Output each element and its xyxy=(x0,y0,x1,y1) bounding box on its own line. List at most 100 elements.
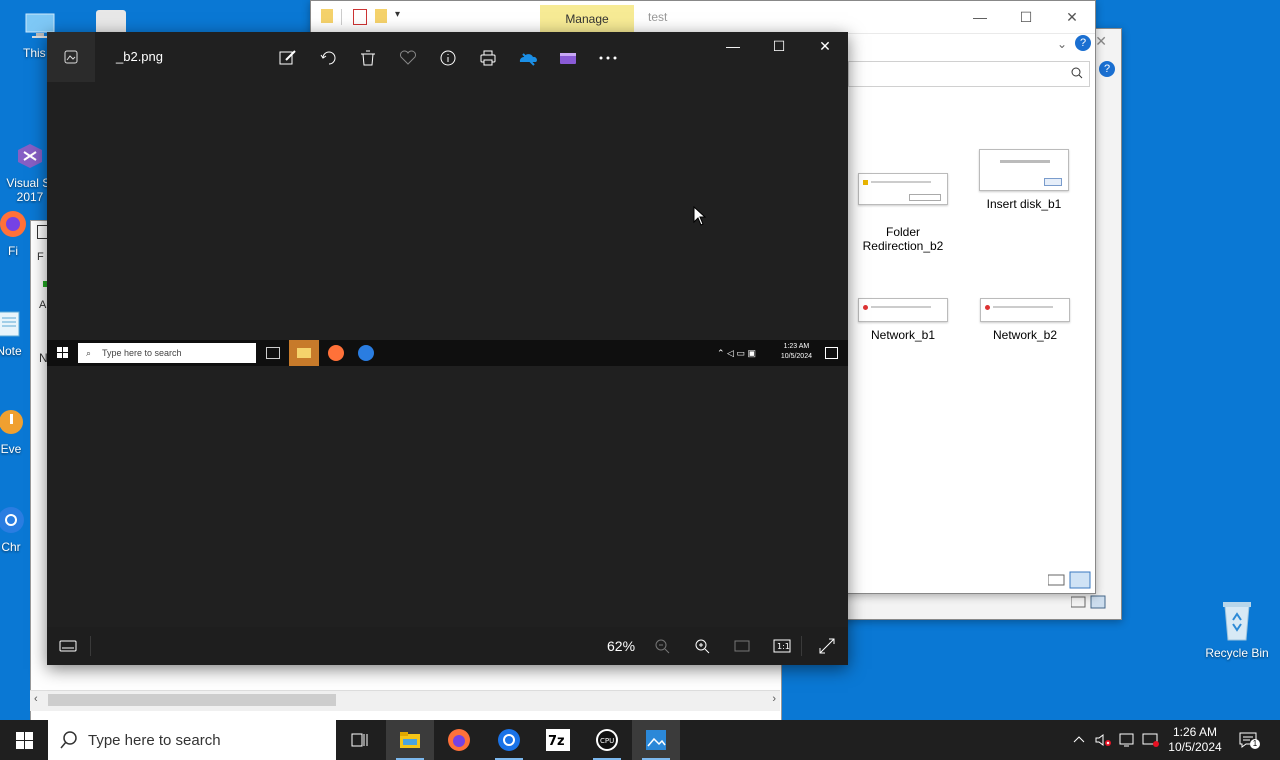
zoom-out-icon[interactable] xyxy=(651,635,673,657)
info-icon[interactable] xyxy=(436,46,460,70)
network-icon[interactable] xyxy=(1117,730,1137,750)
fit-to-window-icon[interactable] xyxy=(731,635,753,657)
taskbar-firefox[interactable] xyxy=(435,720,483,760)
7zip-icon: 7z xyxy=(546,729,570,751)
file-item[interactable]: Insert disk_b1 xyxy=(969,149,1079,211)
photos-filename: _b2.png xyxy=(116,49,163,64)
minimize-button[interactable]: — xyxy=(710,38,756,60)
firefox-icon xyxy=(0,208,29,240)
properties-icon[interactable] xyxy=(353,9,367,25)
photos-icon xyxy=(646,730,666,750)
show-hidden-icons-icon[interactable] xyxy=(1069,730,1089,750)
mouse-cursor-icon xyxy=(693,206,707,226)
file-explorer-icon xyxy=(289,340,319,366)
notepad-icon xyxy=(0,308,25,340)
taskbar-clock[interactable]: 1:26 AM 10/5/2024 xyxy=(1158,725,1232,755)
notification-badge: 1 xyxy=(1250,739,1260,749)
desktop-icon-label: Fi xyxy=(8,244,18,258)
ribbon-expand-icon[interactable]: ⌄ xyxy=(1057,37,1067,51)
volume-muted-icon[interactable] xyxy=(1093,730,1113,750)
edit-icon[interactable] xyxy=(276,46,300,70)
help-icon[interactable]: ? xyxy=(1075,35,1091,51)
file-item[interactable]: Network_b2 xyxy=(970,298,1080,342)
file-thumbnail xyxy=(858,173,948,205)
start-button[interactable] xyxy=(0,720,48,760)
help-icon[interactable]: ? xyxy=(1099,61,1115,77)
firefox-icon xyxy=(448,729,470,751)
explorer-title: test xyxy=(648,10,668,24)
taskbar-photos[interactable] xyxy=(632,720,680,760)
taskbar-7zip[interactable]: 7z xyxy=(534,720,582,760)
notification-icon xyxy=(825,347,838,359)
file-item[interactable]: Folder Redirection_b2 xyxy=(848,159,958,253)
chrome-icon xyxy=(0,504,27,536)
taskbar-file-explorer[interactable] xyxy=(386,720,434,760)
visual-studio-icon xyxy=(14,126,46,168)
fullscreen-icon[interactable] xyxy=(816,635,838,657)
displayed-image: ⌕ Type here to search ⌃ ◁ ▭ ▣ 1:23 AM 10… xyxy=(47,340,848,366)
taskbar: Type here to search 7z CPU 1:26 AM 10/5/… xyxy=(0,720,1280,760)
new-folder-icon[interactable] xyxy=(375,9,387,23)
tab-manage[interactable]: Manage xyxy=(540,5,634,33)
chrome-icon xyxy=(498,729,520,751)
zoom-level: 62% xyxy=(607,638,636,654)
customize-toolbar-icon[interactable]: ▾ xyxy=(395,9,400,20)
menu-file[interactable]: F xyxy=(37,251,44,263)
close-button[interactable]: ✕ xyxy=(1049,1,1095,33)
desktop-icon-recycle-bin[interactable]: Recycle Bin xyxy=(1202,598,1272,660)
taskbar-search-input[interactable]: Type here to search xyxy=(48,720,336,760)
file-thumbnail xyxy=(979,149,1069,191)
view-toggle-icons[interactable] xyxy=(1070,595,1107,614)
tray-icons: ⌃ ◁ ▭ ▣ xyxy=(717,348,756,358)
notification-center-icon[interactable]: 1 xyxy=(1238,730,1260,750)
video-editor-icon[interactable] xyxy=(556,46,580,70)
scrollbar-thumb[interactable] xyxy=(48,694,336,706)
close-icon[interactable]: ✕ xyxy=(1095,33,1107,50)
file-thumbnail xyxy=(980,298,1070,322)
recycle-bin-icon xyxy=(1217,598,1257,642)
inner-search-placeholder: Type here to search xyxy=(102,348,182,358)
inner-time: 1:23 AM xyxy=(783,343,810,350)
more-icon[interactable] xyxy=(596,46,620,70)
print-icon[interactable] xyxy=(476,46,500,70)
view-toggle-icons[interactable] xyxy=(1047,571,1092,594)
chrome-icon xyxy=(358,345,374,361)
photos-window[interactable]: _b2.png — ☐ ✕ ⌕ Type here to search ⌃ ◁ … xyxy=(47,32,848,665)
recycle-bin-label: Recycle Bin xyxy=(1205,646,1269,660)
scroll-left-icon[interactable]: ‹ xyxy=(34,693,38,705)
event-viewer-icon xyxy=(0,406,27,438)
desktop-icon-label: Eve xyxy=(0,442,22,456)
search-input[interactable] xyxy=(848,61,1090,87)
svg-text:CPU: CPU xyxy=(600,737,614,745)
task-view-icon xyxy=(351,733,368,747)
filmstrip-icon[interactable] xyxy=(57,635,79,657)
file-item[interactable]: Network_b1 xyxy=(848,298,958,342)
windows-logo-icon xyxy=(57,347,68,358)
rotate-icon[interactable] xyxy=(316,46,340,70)
task-view-icon xyxy=(266,347,280,359)
taskbar-cpu-z[interactable]: CPU xyxy=(583,720,631,760)
zoom-in-icon[interactable] xyxy=(691,635,713,657)
partial-label-a: A xyxy=(39,299,47,311)
minimize-button[interactable]: — xyxy=(957,1,1003,33)
inner-search-box: ⌕ Type here to search xyxy=(78,343,256,363)
svg-text:1:1: 1:1 xyxy=(777,642,790,651)
onedrive-icon[interactable] xyxy=(516,46,540,70)
search-icon xyxy=(60,731,77,749)
cpu-z-icon: CPU xyxy=(596,729,618,751)
horizontal-scrollbar[interactable]: ‹ › xyxy=(30,690,780,711)
delete-icon[interactable] xyxy=(356,46,380,70)
search-icon: ⌕ xyxy=(86,348,92,358)
svg-text:7z: 7z xyxy=(548,734,565,749)
maximize-button[interactable]: ☐ xyxy=(1003,1,1049,33)
windows-logo-icon xyxy=(16,732,33,749)
favorite-icon[interactable] xyxy=(396,46,420,70)
taskbar-time: 1:26 AM xyxy=(1172,725,1218,739)
close-button[interactable]: ✕ xyxy=(802,38,848,60)
taskbar-chrome[interactable] xyxy=(485,720,533,760)
maximize-button[interactable]: ☐ xyxy=(756,38,802,60)
actual-size-icon[interactable]: 1:1 xyxy=(771,635,793,657)
scroll-right-icon[interactable]: › xyxy=(772,693,776,705)
desktop-icon-label: Chr xyxy=(1,540,21,554)
task-view-button[interactable] xyxy=(336,720,384,760)
